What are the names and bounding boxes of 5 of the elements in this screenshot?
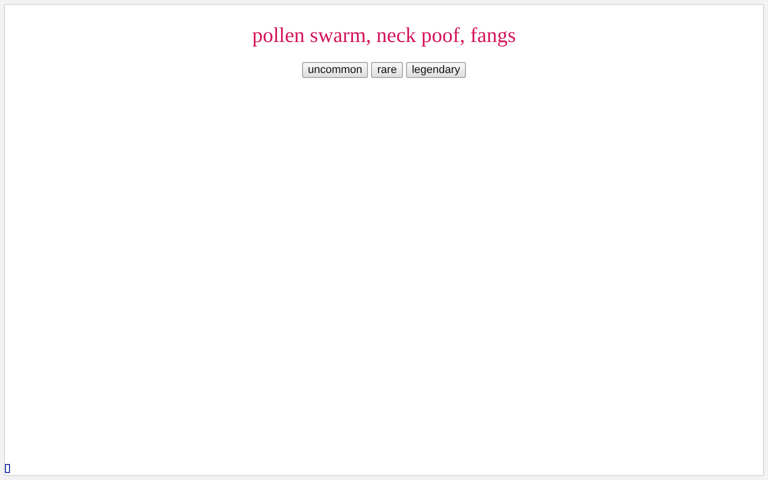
option-button[interactable]: rare <box>371 62 403 78</box>
option-button[interactable]: uncommon <box>302 62 368 78</box>
page-title: pollen swarm, neck poof, fangs <box>252 23 516 48</box>
missing-glyph-icon <box>5 464 10 473</box>
option-button[interactable]: legendary <box>406 62 466 78</box>
